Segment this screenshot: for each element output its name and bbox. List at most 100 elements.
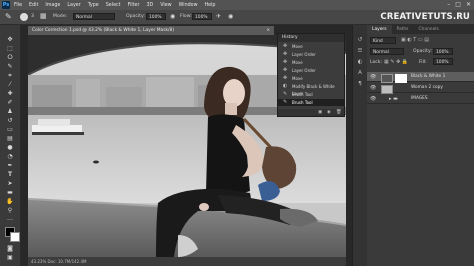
gradient-tool-icon[interactable]: ▤ [4, 135, 16, 143]
paragraph-panel-icon[interactable]: ¶ [356, 80, 364, 88]
folder-icon: ▸ ▬ [389, 96, 398, 102]
tab-layers[interactable]: Layers [367, 25, 392, 34]
healing-tool-icon[interactable]: ✚ [4, 90, 16, 98]
marquee-tool-icon[interactable]: ⬚ [4, 45, 16, 53]
history-footer: ▣ ◉ 🗑 [278, 109, 344, 116]
visibility-eye-icon[interactable]: 👁 [370, 72, 376, 82]
blur-tool-icon[interactable]: ● [4, 144, 16, 152]
menu-file[interactable]: File [14, 3, 22, 8]
opacity-field[interactable]: 100% [146, 13, 166, 20]
type-tool-icon[interactable]: T [4, 171, 16, 179]
fill-field[interactable]: 100% [433, 58, 453, 65]
brush-preset-icon[interactable] [20, 13, 28, 21]
tab-paths[interactable]: Paths [392, 25, 414, 34]
layer-name: Black & White 1 [411, 74, 446, 79]
history-item-label: Brush Tool [292, 100, 313, 105]
quick-select-tool-icon[interactable]: ✎ [4, 63, 16, 71]
more-tools-icon[interactable]: … [4, 215, 16, 223]
document-tab[interactable]: Color Correction 1.psd @ 43.2% (Black & … [28, 26, 274, 35]
dodge-tool-icon[interactable]: ◔ [4, 153, 16, 161]
history-item[interactable]: ✥ Move [278, 43, 344, 50]
pressure-opacity-icon[interactable]: ◉ [170, 13, 175, 20]
menu-3d[interactable]: 3D [146, 3, 153, 8]
airbrush-icon[interactable]: ✈ [216, 13, 221, 20]
hand-tool-icon[interactable]: ✋ [4, 198, 16, 206]
menu-filter[interactable]: Filter [128, 3, 140, 8]
flow-label: Flow: [180, 14, 192, 19]
new-snapshot-icon[interactable]: ◉ [327, 110, 331, 115]
minimize-icon[interactable]: – [447, 1, 450, 8]
visibility-eye-icon[interactable]: 👁 [370, 83, 376, 93]
layer-row[interactable]: 👁 Woman 2 copy [367, 83, 474, 94]
history-item[interactable]: ✥ Layer Order [278, 67, 344, 74]
menu-select[interactable]: Select [106, 3, 121, 8]
background-color-swatch[interactable] [10, 232, 20, 242]
maximize-icon[interactable]: □ [455, 1, 461, 8]
history-item[interactable]: ✥ Move [278, 75, 344, 82]
lasso-tool-icon[interactable]: ⵔ [4, 54, 16, 62]
delete-state-icon[interactable]: 🗑 [336, 110, 342, 115]
window-controls: – □ ✕ [447, 1, 471, 8]
watermark: CREATIVETUTS.RU [380, 12, 470, 22]
tab-channels[interactable]: Channels [413, 25, 443, 34]
clone-stamp-tool-icon[interactable]: ♟ [4, 108, 16, 116]
move-tool-icon[interactable]: ✥ [4, 36, 16, 44]
menu-type[interactable]: Type [88, 3, 99, 8]
status-text: 43.23% Doc: 10.7M/142.4M [31, 259, 87, 264]
history-item-active[interactable]: ✎ Brush Tool [278, 99, 344, 106]
zoom-tool-icon[interactable]: ⚲ [4, 207, 16, 215]
adjustments-panel-icon[interactable]: ◐ [356, 58, 364, 66]
pressure-size-icon[interactable]: ◉ [228, 13, 233, 20]
menu-edit[interactable]: Edit [29, 3, 38, 8]
history-panel-title: History [278, 34, 344, 42]
layer-kind-filter[interactable]: Kind [370, 37, 396, 44]
menu-image[interactable]: Image [45, 3, 60, 8]
move-icon: ✥ [283, 67, 288, 73]
pen-tool-icon[interactable]: ✒ [4, 162, 16, 170]
screen-mode-icon[interactable]: ▣ [4, 254, 16, 262]
layer-opacity-field[interactable]: 100% [433, 48, 453, 55]
visibility-eye-icon[interactable]: 👁 [370, 94, 376, 104]
brush-panel-icon[interactable]: ▦ [40, 12, 47, 20]
move-icon: ✥ [283, 51, 288, 57]
menu-help[interactable]: Help [205, 3, 216, 8]
layer-group-row[interactable]: 👁 ▸ ▬ IMAGES [367, 94, 474, 104]
status-bar: 43.23% Doc: 10.7M/142.4M [28, 257, 346, 266]
new-document-from-state-icon[interactable]: ▣ [318, 110, 322, 115]
flow-field[interactable]: 100% [192, 13, 212, 20]
history-brush-tool-icon[interactable]: ↺ [4, 117, 16, 125]
close-icon[interactable]: ✕ [466, 1, 471, 8]
brush-tool-icon[interactable]: ✐ [4, 99, 16, 107]
eyedropper-tool-icon[interactable]: ⁄ [4, 81, 16, 89]
brush-icon: ✎ [283, 99, 288, 105]
history-item[interactable]: ✎ Brush Tool [278, 91, 344, 98]
blend-mode-select[interactable]: Normal [370, 48, 404, 55]
lock-icons[interactable]: ▦ ✎ ✥ 🔒 [384, 59, 408, 65]
close-document-icon[interactable]: × [266, 26, 270, 35]
layer-row-selected[interactable]: 👁 Black & White 1 [367, 72, 474, 83]
brush-tool-icon[interactable]: ✎ [5, 12, 12, 21]
layer-thumbnail [381, 84, 393, 94]
eraser-tool-icon[interactable]: ▭ [4, 126, 16, 134]
history-panel-icon[interactable]: ↺ [356, 36, 364, 44]
history-item[interactable]: ◐ Modify Black & White Layer [278, 83, 344, 96]
history-item-label: Move [292, 60, 303, 65]
move-icon: ✥ [283, 59, 288, 65]
crop-tool-icon[interactable]: ⌗ [4, 72, 16, 80]
menu-view[interactable]: View [160, 3, 171, 8]
opacity-label: Opacity: [126, 14, 145, 19]
history-item[interactable]: ✥ Move [278, 59, 344, 66]
menu-window[interactable]: Window [179, 3, 198, 8]
character-panel-icon[interactable]: A [356, 69, 364, 77]
properties-panel-icon[interactable]: ☰ [356, 47, 364, 55]
filter-icons[interactable]: ▣ ◐ T ▭ ▤ [401, 37, 429, 43]
history-item[interactable]: ✥ Layer Order [278, 51, 344, 58]
quick-mask-icon[interactable]: ◙ [4, 245, 16, 253]
menu-layer[interactable]: Layer [67, 3, 80, 8]
history-item-label: Layer Order [292, 68, 316, 73]
layer-mask-thumbnail[interactable] [395, 73, 407, 83]
shape-tool-icon[interactable]: ▬ [4, 189, 16, 197]
path-select-tool-icon[interactable]: ➤ [4, 180, 16, 188]
history-panel: History ✥ Move ✥ Layer Order ✥ Move ✥ La… [277, 33, 345, 117]
mode-select[interactable]: Normal [73, 13, 115, 20]
